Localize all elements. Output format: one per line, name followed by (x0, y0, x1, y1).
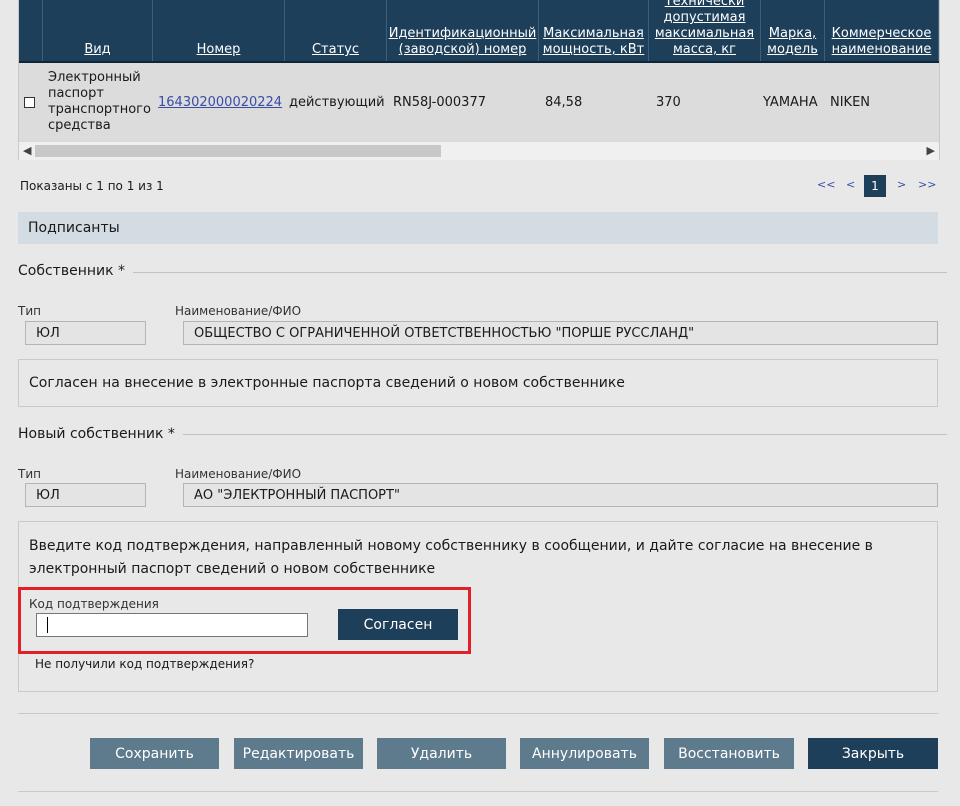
owner-type-label: Тип (18, 304, 41, 318)
pager-first[interactable]: << (817, 178, 835, 191)
header-power[interactable]: Максимальная мощность, кВт (539, 0, 649, 61)
confirmation-instruction-line2: электронный паспорт сведений о новом соб… (29, 561, 436, 577)
new-owner-type-field: ЮЛ (25, 483, 146, 507)
new-owner-name-field: АО "ЭЛЕКТРОННЫЙ ПАСПОРТ" (183, 483, 938, 507)
owner-legend: Собственник * (18, 263, 134, 279)
cell-vid: Электронный паспорт транспортного средст… (48, 70, 151, 133)
new-owner-legend: Новый собственник * (18, 426, 183, 442)
scroll-right-icon[interactable]: ▶ (927, 144, 935, 157)
pager-last[interactable]: >> (918, 178, 936, 191)
cell-power: 84,58 (545, 94, 583, 110)
delete-button[interactable]: Удалить (377, 738, 506, 769)
section-title: Подписанты (28, 220, 120, 236)
new-owner-type-label: Тип (18, 467, 41, 481)
cell-status: действующий (289, 94, 385, 110)
header-commercial[interactable]: Коммерческое наименование (825, 0, 939, 61)
scrollbar-thumb[interactable] (35, 145, 441, 157)
header-vid[interactable]: Вид (43, 0, 153, 61)
documents-table: Вид Номер Статус Идентификационный (заво… (18, 0, 940, 160)
owner-type-field: ЮЛ (25, 321, 146, 345)
scroll-left-icon[interactable]: ◀ (23, 144, 31, 157)
header-status[interactable]: Статус (285, 0, 387, 61)
actions-separator-bottom (18, 791, 938, 792)
save-button[interactable]: Сохранить (90, 738, 219, 769)
pager-info: Показаны с 1 по 1 из 1 (20, 179, 164, 193)
pager-current-page[interactable]: 1 (864, 175, 886, 197)
cell-nomer-link[interactable]: 164302000020224 (158, 95, 282, 110)
owner-name-field: ОБЩЕСТВО С ОГРАНИЧЕННОЙ ОТВЕТСТВЕННОСТЬЮ… (183, 321, 938, 345)
header-select-column (19, 0, 43, 61)
owner-name-label: Наименование/ФИО (175, 304, 302, 318)
new-owner-name-label: Наименование/ФИО (175, 467, 302, 481)
close-button[interactable]: Закрыть (808, 738, 938, 769)
confirmation-code-input[interactable] (36, 613, 308, 637)
edit-button[interactable]: Редактировать (234, 738, 363, 769)
header-nomer[interactable]: Номер (153, 0, 285, 61)
horizontal-scrollbar[interactable]: ◀ ▶ (19, 141, 939, 160)
row-checkbox[interactable] (24, 96, 35, 108)
cell-vin: RN58J-000377 (393, 94, 486, 110)
confirmation-instruction-line1: Введите код подтверждения, направленный … (29, 538, 873, 554)
table-row[interactable]: Электронный паспорт транспортного средст… (19, 63, 939, 141)
header-brand[interactable]: Марка, модель (761, 0, 825, 61)
agree-button[interactable]: Согласен (338, 609, 458, 640)
cell-brand: YAMAHA (763, 94, 818, 110)
owner-consent-panel: Согласен на внесение в электронные паспо… (18, 359, 938, 407)
owner-divider (18, 272, 947, 273)
owner-consent-text: Согласен на внесение в электронные паспо… (29, 375, 625, 391)
header-vin[interactable]: Идентификационный (заводской) номер (387, 0, 539, 61)
text-caret (47, 617, 48, 633)
pager-next[interactable]: > (897, 178, 906, 191)
restore-button[interactable]: Восстановить (664, 738, 794, 769)
code-label: Код подтверждения (29, 597, 159, 611)
pager-prev[interactable]: < (846, 178, 855, 191)
actions-separator-top (18, 713, 938, 714)
annul-button[interactable]: Аннулировать (520, 738, 649, 769)
table-header: Вид Номер Статус Идентификационный (заво… (19, 0, 939, 63)
cell-mass: 370 (656, 94, 681, 110)
cell-commercial: NIKEN (830, 94, 871, 110)
header-mass[interactable]: Технически допустимая максимальная масса… (649, 0, 761, 61)
no-code-link[interactable]: Не получили код подтверждения? (35, 657, 254, 671)
section-signers: Подписанты (18, 212, 938, 244)
